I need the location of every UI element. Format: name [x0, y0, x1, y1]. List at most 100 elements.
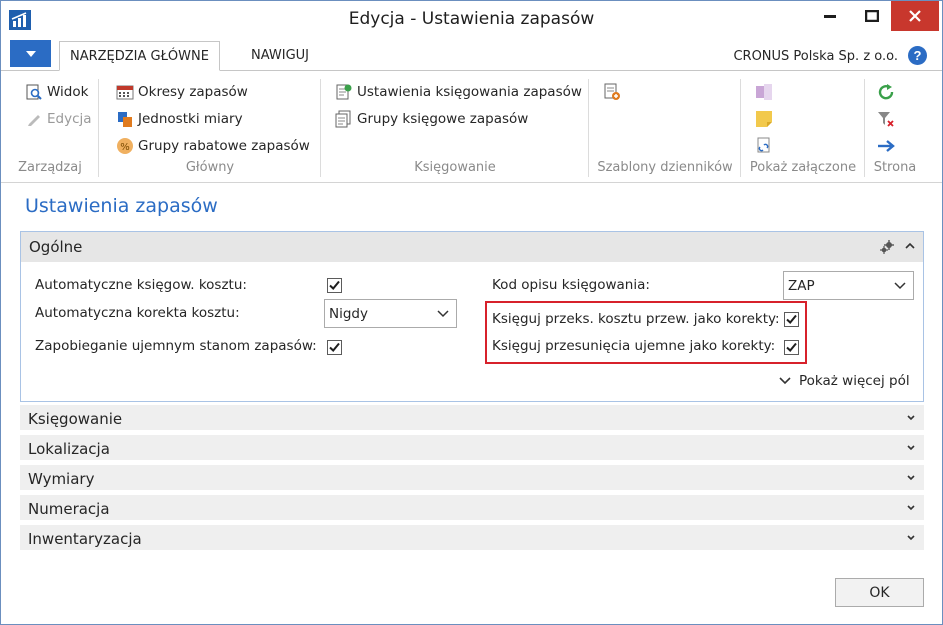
- links-button[interactable]: [755, 134, 777, 158]
- fasttab-title: Ogólne: [29, 238, 83, 256]
- minimize-button[interactable]: [809, 1, 851, 31]
- discount-groups-button[interactable]: % Grupy rabatowe zapasów: [116, 134, 310, 158]
- show-more-fields-label: Pokaż więcej pól: [799, 373, 910, 389]
- post-negative-transfers-correction-checkbox[interactable]: [784, 340, 799, 355]
- edit-icon: [25, 110, 43, 128]
- chevron-up-icon[interactable]: [905, 241, 915, 251]
- inventory-posting-groups-button[interactable]: Grupy księgowe zapasów: [335, 107, 528, 131]
- units-icon: [116, 110, 134, 128]
- view-label: Widok: [47, 84, 89, 100]
- auto-cost-posting-checkbox[interactable]: [327, 278, 342, 293]
- post-negative-transfers-correction-label: Księguj przesunięcia ujemne jako korekty…: [492, 338, 776, 354]
- inventory-posting-setup-button[interactable]: Ustawienia księgowania zapasów: [335, 80, 582, 104]
- checkmark-icon: [786, 342, 797, 352]
- clear-filter-icon: [877, 110, 895, 128]
- links-icon: [755, 137, 773, 155]
- inventory-periods-button[interactable]: Okresy zapasów: [116, 80, 248, 104]
- fasttab-title: Numeracja: [28, 500, 110, 518]
- units-of-measure-button[interactable]: Jednostki miary: [116, 107, 243, 131]
- ribbon-group-journal-templates: Szablony dzienników: [589, 75, 741, 179]
- fasttab-title: Księgowanie: [28, 410, 123, 428]
- fasttab-posting[interactable]: Księgowanie: [20, 405, 924, 431]
- dropdown-triangle-icon: [25, 50, 36, 57]
- edit-button[interactable]: Edycja: [25, 107, 92, 131]
- auto-cost-adjustment-select[interactable]: Nigdy: [324, 299, 457, 328]
- fasttab-general-header[interactable]: Ogólne: [21, 232, 923, 262]
- chevron-down-icon: [907, 535, 915, 541]
- ribbon-tab-row: NARZĘDZIA GŁÓWNE NAWIGUJ CRONUS Polska S…: [1, 39, 942, 71]
- company-name: CRONUS Polska Sp. z o.o.: [733, 49, 898, 64]
- chevron-down-icon: [907, 415, 915, 421]
- window-title: Edycja - Ustawienia zapasów: [348, 9, 595, 29]
- posting-setup-icon: [335, 83, 353, 101]
- ribbon-group-main: Okresy zapasów Jednostki miary % Grupy r…: [99, 75, 321, 179]
- journal-templates-button[interactable]: [603, 80, 625, 104]
- auto-cost-adjustment-label: Automatyczna korekta kosztu:: [35, 305, 240, 321]
- note-icon: [755, 110, 773, 128]
- dialog-window: Edycja - Ustawienia zapasów NARZĘDZIA GŁ…: [0, 0, 943, 625]
- chevron-down-icon: [907, 505, 915, 511]
- posting-description-code-select[interactable]: ZAP: [783, 271, 914, 300]
- posting-description-code-label: Kod opisu księgowania:: [492, 277, 650, 293]
- fasttab-title: Wymiary: [28, 470, 95, 488]
- journal-template-icon: [603, 83, 621, 101]
- ribbon-group-label: Zarządzaj: [18, 160, 82, 175]
- ribbon-group-label: Główny: [185, 160, 235, 175]
- posting-groups-icon: [335, 110, 353, 128]
- fasttab-location[interactable]: Lokalizacja: [20, 435, 924, 461]
- posting-description-code-value: ZAP: [788, 278, 815, 294]
- title-bar: Edycja - Ustawienia zapasów: [1, 1, 942, 39]
- auto-cost-adjustment-value: Nigdy: [329, 306, 368, 322]
- prevent-negative-inventory-checkbox[interactable]: [327, 340, 342, 355]
- onenote-icon: [755, 83, 773, 101]
- fasttab-title: Inwentaryzacja: [28, 530, 142, 548]
- svg-text:%: %: [120, 142, 130, 153]
- go-to-button[interactable]: [877, 134, 899, 158]
- ribbon: Widok Edycja Zarządzaj Okresy zapasów Je…: [1, 71, 942, 183]
- ribbon-group-attachments: Pokaż załączone: [741, 75, 865, 179]
- fasttab-dimensions[interactable]: Wymiary: [20, 465, 924, 491]
- tab-navigate[interactable]: NAWIGUJ: [241, 41, 319, 71]
- prevent-negative-inventory-label: Zapobieganie ujemnym stanom zapasów:: [35, 338, 317, 354]
- onenote-button[interactable]: [755, 80, 777, 104]
- edit-label: Edycja: [47, 111, 92, 127]
- help-icon[interactable]: ?: [908, 46, 927, 65]
- chevron-down-icon: [907, 445, 915, 451]
- application-menu-button[interactable]: [10, 40, 51, 67]
- fasttab-title: Lokalizacja: [28, 440, 110, 458]
- inventory-posting-setup-label: Ustawienia księgowania zapasów: [357, 84, 582, 100]
- minimize-icon: [824, 15, 836, 18]
- post-cost-transfer-correction-checkbox[interactable]: [784, 312, 799, 327]
- tab-home[interactable]: NARZĘDZIA GŁÓWNE: [59, 41, 220, 71]
- inventory-periods-label: Okresy zapasów: [138, 84, 248, 100]
- ok-button[interactable]: OK: [835, 578, 924, 607]
- refresh-icon: [877, 83, 895, 101]
- post-cost-transfer-correction-label: Księguj przeks. kosztu przew. jako korek…: [492, 311, 780, 327]
- close-button[interactable]: [891, 1, 939, 31]
- customize-icon[interactable]: [879, 239, 895, 255]
- fasttab-physical-inventory[interactable]: Inwentaryzacja: [20, 525, 924, 551]
- ribbon-group-label: Księgowanie: [414, 160, 496, 175]
- checkmark-icon: [329, 280, 340, 290]
- discount-groups-label: Grupy rabatowe zapasów: [138, 138, 310, 154]
- view-button[interactable]: Widok: [25, 80, 88, 104]
- chevron-down-icon: [437, 310, 449, 318]
- clear-filter-button[interactable]: [877, 107, 899, 131]
- refresh-button[interactable]: [877, 80, 899, 104]
- page-title: Ustawienia zapasów: [25, 195, 218, 217]
- show-more-fields-link[interactable]: Pokaż więcej pól: [779, 373, 910, 389]
- inventory-posting-groups-label: Grupy księgowe zapasów: [357, 111, 529, 127]
- chevron-down-icon: [907, 475, 915, 481]
- view-icon: [25, 83, 43, 101]
- discount-icon: %: [116, 137, 134, 155]
- ribbon-group-manage: Widok Edycja Zarządzaj: [1, 75, 99, 179]
- auto-cost-posting-label: Automatyczne księgow. kosztu:: [35, 277, 247, 293]
- checkmark-icon: [329, 342, 340, 352]
- notes-button[interactable]: [755, 107, 777, 131]
- maximize-icon: [865, 10, 879, 22]
- ribbon-group-page: Strona: [865, 75, 925, 179]
- maximize-button[interactable]: [851, 1, 893, 31]
- chevron-down-icon: [894, 282, 906, 290]
- units-of-measure-label: Jednostki miary: [138, 111, 243, 127]
- fasttab-numbering[interactable]: Numeracja: [20, 495, 924, 521]
